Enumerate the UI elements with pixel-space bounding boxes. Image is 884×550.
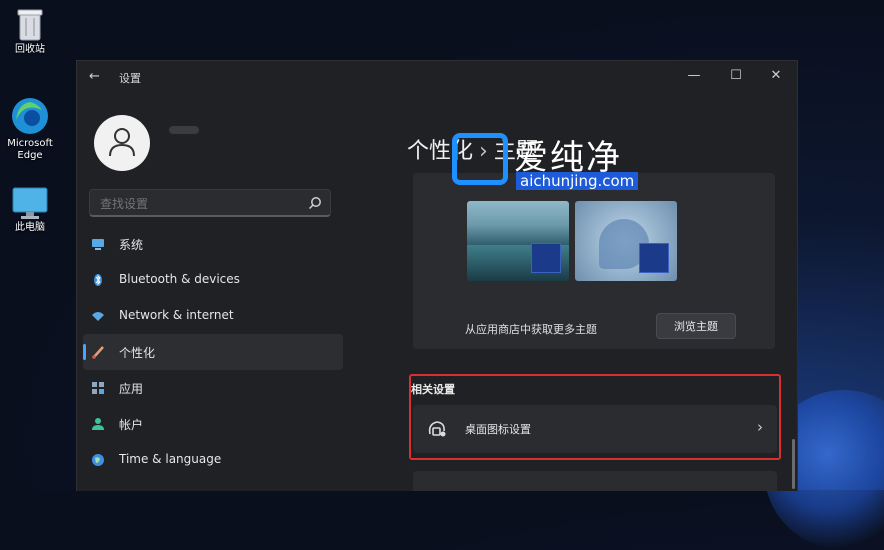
settings-window: ← 设置 — ☐ ✕ 系统 Bluetooth & devices Networ… [76,60,798,491]
sidebar-item-label: Bluetooth & devices [119,272,240,286]
desktop-icon-label: Microsoft Edge [7,138,53,161]
search-box[interactable] [89,189,331,217]
maximize-button[interactable]: ☐ [719,65,753,87]
sidebar-item-label: 个性化 [119,346,156,360]
search-icon[interactable] [308,196,322,210]
avatar[interactable] [94,115,150,171]
edge-icon [12,98,48,134]
browse-themes-button[interactable]: 浏览主题 [656,313,736,339]
sidebar-item-label: 应用 [119,382,144,396]
desktop-icon-microsoft-edge[interactable]: Microsoft Edge [0,96,60,162]
brush-icon [92,346,104,359]
monitor-icon [12,187,48,219]
theme-thumbnail[interactable] [575,201,677,281]
sidebar-nav: 系统 Bluetooth & devices Network & interne… [83,226,343,478]
sidebar-item-system[interactable]: 系统 [83,226,343,262]
recycle-bin-icon [17,9,43,41]
store-themes-text: 从应用商店中获取更多主题 [465,323,597,336]
watermark-logo-icon [452,133,508,185]
wifi-icon [92,312,104,321]
sidebar-item-label: 系统 [119,238,144,252]
minimize-button[interactable]: — [677,65,711,87]
themes-card: 从应用商店中获取更多主题 浏览主题 [413,173,775,349]
highlight-box [409,374,781,460]
back-arrow-icon[interactable]: ← [89,69,100,84]
selection-indicator [83,344,86,360]
theme-preview-window [531,243,561,273]
sidebar-item-time-language[interactable]: Time & language [83,442,343,478]
person-icon [92,418,104,430]
sidebar-item-bluetooth[interactable]: Bluetooth & devices [83,262,343,298]
title-bar: ← 设置 — ☐ ✕ [77,61,797,91]
account-name-blurred [169,126,199,134]
apps-icon [92,382,104,394]
watermark-text-en: aichunjing.com [516,172,639,190]
sidebar-item-personalization[interactable]: 个性化 [83,334,343,370]
scrollbar[interactable] [792,439,795,489]
sidebar-item-label: 帐户 [119,418,144,432]
sidebar-item-label: Time & language [119,452,222,466]
close-button[interactable]: ✕ [759,65,793,87]
person-icon [109,128,135,157]
watermark: 爱纯净 aichunjing.com [452,130,682,192]
desktop-icon-label: 此电脑 [15,222,45,233]
search-input[interactable] [98,194,302,214]
desktop-icon-recycle-bin[interactable]: 回收站 [0,8,60,56]
sidebar-item-label: Network & internet [119,308,234,322]
sidebar-item-accounts[interactable]: 帐户 [83,406,343,442]
window-title: 设置 [119,72,141,85]
globe-icon [92,454,104,466]
theme-preview-window [639,243,669,273]
theme-thumbnail[interactable] [467,201,569,281]
next-settings-row[interactable] [413,471,777,491]
sidebar-item-network[interactable]: Network & internet [83,298,343,334]
bluetooth-icon [94,274,102,286]
desktop-icon-this-pc[interactable]: 此电脑 [0,186,60,234]
desktop-icon-label: 回收站 [15,44,45,55]
sidebar-item-apps[interactable]: 应用 [83,370,343,406]
monitor-icon [92,239,104,250]
